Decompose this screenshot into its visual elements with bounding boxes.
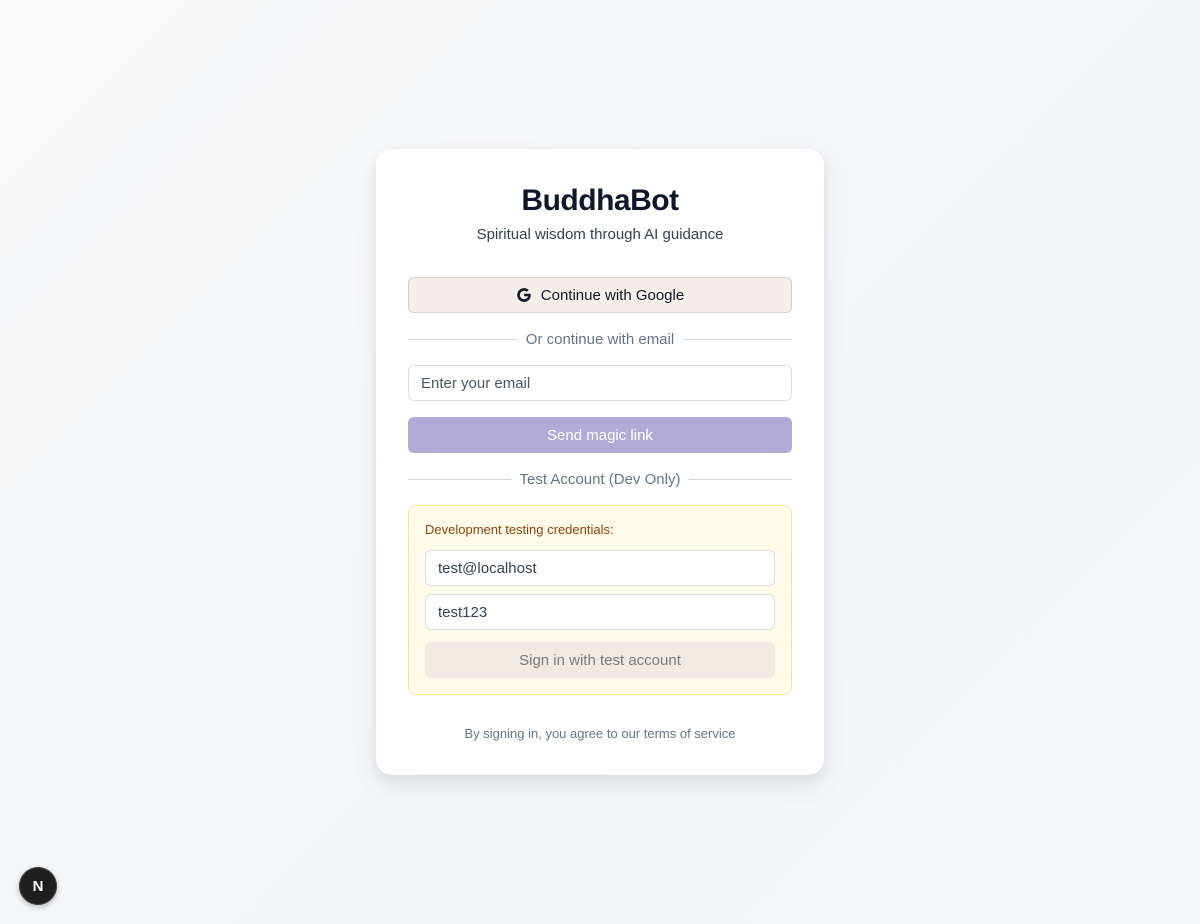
email-divider-label: Or continue with email (525, 330, 675, 348)
email-input[interactable] (408, 365, 792, 401)
send-magic-link-button[interactable]: Send magic link (408, 417, 792, 453)
google-button-label: Continue with Google (540, 286, 685, 304)
app-subtitle: Spiritual wisdom through AI guidance (476, 226, 724, 243)
terms-text: By signing in, you agree to our terms of… (464, 726, 736, 741)
dev-credentials-label: Development testing credentials: (425, 522, 614, 537)
google-icon (516, 287, 532, 303)
divider-line-left (408, 478, 511, 480)
test-password-field[interactable] (425, 594, 775, 630)
test-account-divider-label: Test Account (Dev Only) (519, 470, 681, 488)
email-divider: Or continue with email (408, 329, 792, 349)
nextjs-icon[interactable]: N (19, 867, 57, 905)
continue-with-google-button[interactable]: Continue with Google (408, 277, 792, 313)
app-title: BuddhaBot (521, 184, 679, 217)
login-card: BuddhaBot Spiritual wisdom through AI gu… (376, 149, 824, 775)
divider-line-right (683, 338, 792, 340)
dev-credentials-panel: Development testing credentials: Sign in… (408, 505, 792, 695)
sign-in-test-account-button[interactable]: Sign in with test account (425, 642, 775, 678)
divider-line-right (689, 478, 792, 480)
divider-line-left (408, 338, 517, 340)
test-account-divider: Test Account (Dev Only) (408, 469, 792, 489)
nextjs-badge-letter: N (32, 877, 44, 895)
test-email-field[interactable] (425, 550, 775, 586)
